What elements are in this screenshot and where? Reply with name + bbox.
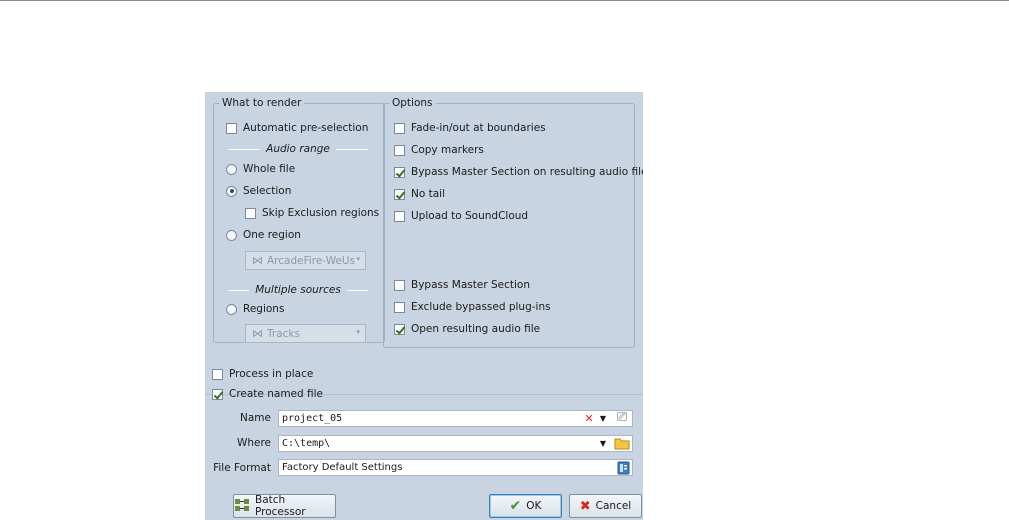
name-input-value: project_05 — [282, 413, 343, 424]
name-input[interactable]: project_05 — [278, 410, 633, 427]
batch-processor-icon — [234, 498, 250, 515]
batch-processor-label: Batch Processor — [255, 494, 306, 518]
bypass-master-result-label: Bypass Master Section on resulting audio… — [411, 166, 643, 178]
no-tail-box[interactable] — [394, 188, 405, 200]
multiple-sources-label: Multiple sources — [255, 284, 341, 296]
chevron-down-icon[interactable]: ▼ — [597, 435, 609, 452]
file-format-input[interactable]: Factory Default Settings — [278, 459, 633, 476]
regions-radio-circle[interactable] — [226, 303, 237, 315]
skip-exclusion-checkbox[interactable]: Skip Exclusion regions — [245, 205, 379, 221]
multiple-sources-separator: Multiple sources — [228, 283, 368, 297]
what-to-render-title: What to render — [222, 97, 302, 109]
ok-label: OK — [526, 500, 542, 512]
audio-range-label: Audio range — [266, 143, 330, 155]
window-top-border — [0, 0, 1009, 1]
skip-exclusion-label: Skip Exclusion regions — [262, 207, 380, 219]
create-named-file-label: Create named file — [229, 388, 323, 400]
one-region-radio-circle[interactable] — [226, 229, 237, 241]
fade-in-out-box[interactable] — [394, 122, 405, 134]
selection-label: Selection — [243, 185, 292, 197]
regions-radio[interactable]: Regions — [226, 301, 284, 317]
open-resulting-label: Open resulting audio file — [411, 323, 541, 335]
ok-button[interactable]: ✔ OK — [489, 494, 562, 518]
file-format-value: Factory Default Settings — [282, 462, 403, 473]
create-named-file-box[interactable] — [212, 388, 223, 400]
one-region-radio[interactable]: One region — [226, 227, 301, 243]
chevron-down-icon: ▾ — [356, 328, 360, 336]
region-combo[interactable]: ⋈ ArcadeFire-WeUs ▾ — [245, 251, 366, 270]
skip-exclusion-box[interactable] — [245, 207, 256, 219]
cancel-label: Cancel — [595, 500, 632, 512]
process-in-place-box[interactable] — [212, 368, 223, 380]
audio-range-separator: Audio range — [228, 142, 368, 156]
folder-icon[interactable] — [613, 434, 631, 452]
upload-soundcloud-box[interactable] — [394, 210, 405, 222]
bypass-master-result-box[interactable] — [394, 166, 405, 178]
whole-file-label: Whole file — [243, 163, 296, 175]
copy-markers-label: Copy markers — [411, 144, 484, 156]
clear-icon[interactable]: ✕ — [582, 410, 596, 427]
where-input-value: C:\temp\ — [282, 438, 331, 449]
one-region-label: One region — [243, 229, 301, 241]
tracks-bowtie-icon: ⋈ — [252, 327, 263, 340]
automatic-preselection-box[interactable] — [226, 122, 237, 134]
regions-label: Regions — [243, 303, 285, 315]
no-tail-checkbox[interactable]: No tail — [394, 186, 445, 202]
chevron-down-icon: ▾ — [356, 255, 360, 263]
bypass-master-label: Bypass Master Section — [411, 279, 531, 291]
render-dialog: What to render Automatic pre-selection A… — [205, 92, 643, 520]
process-in-place-label: Process in place — [229, 368, 314, 380]
upload-soundcloud-label: Upload to SoundCloud — [411, 210, 529, 222]
region-bowtie-icon: ⋈ — [252, 254, 263, 267]
options-title: Options — [392, 97, 433, 109]
exclude-bypassed-box[interactable] — [394, 301, 405, 313]
exclude-bypassed-checkbox[interactable]: Exclude bypassed plug-ins — [394, 299, 551, 315]
automatic-preselection-label: Automatic pre-selection — [243, 122, 369, 134]
where-input[interactable]: C:\temp\ — [278, 435, 633, 452]
open-resulting-checkbox[interactable]: Open resulting audio file — [394, 321, 540, 337]
copy-markers-checkbox[interactable]: Copy markers — [394, 142, 484, 158]
exclude-bypassed-label: Exclude bypassed plug-ins — [411, 301, 551, 313]
no-tail-label: No tail — [411, 188, 446, 200]
checkmark-icon: ✔ — [509, 498, 522, 514]
what-to-render-group: What to render Automatic pre-selection A… — [213, 97, 385, 343]
bypass-master-result-checkbox[interactable]: Bypass Master Section on resulting audio… — [394, 164, 643, 180]
whole-file-radio-circle[interactable] — [226, 163, 237, 175]
close-icon: ✖ — [579, 498, 591, 514]
name-field-label: Name — [240, 412, 271, 424]
upload-soundcloud-checkbox[interactable]: Upload to SoundCloud — [394, 208, 528, 224]
selection-radio[interactable]: Selection — [226, 183, 291, 199]
fade-in-out-checkbox[interactable]: Fade-in/out at boundaries — [394, 120, 546, 136]
rename-options-icon[interactable]: ⎚ — [612, 408, 632, 427]
open-resulting-box[interactable] — [394, 323, 405, 335]
region-combo-value: ArcadeFire-WeUs — [267, 254, 356, 267]
fade-in-out-label: Fade-in/out at boundaries — [411, 122, 546, 134]
whole-file-radio[interactable]: Whole file — [226, 161, 295, 177]
regions-combo-value: Tracks — [267, 327, 300, 340]
bypass-master-checkbox[interactable]: Bypass Master Section — [394, 277, 530, 293]
selection-radio-circle[interactable] — [226, 185, 237, 197]
process-in-place-checkbox[interactable]: Process in place — [212, 366, 313, 382]
automatic-preselection-checkbox[interactable]: Automatic pre-selection — [226, 120, 368, 136]
create-named-file-checkbox[interactable]: Create named file — [212, 386, 323, 402]
file-format-label: File Format — [213, 462, 271, 474]
options-group: Options Fade-in/out at boundaries Copy m… — [383, 97, 643, 348]
regions-combo[interactable]: ⋈ Tracks ▾ — [245, 324, 366, 343]
where-field-label: Where — [236, 437, 271, 449]
copy-markers-box[interactable] — [394, 144, 405, 156]
bypass-master-box[interactable] — [394, 279, 405, 291]
chevron-down-icon[interactable]: ▼ — [597, 410, 609, 427]
format-preset-icon[interactable] — [615, 459, 631, 476]
cancel-button[interactable]: ✖ Cancel — [569, 494, 642, 518]
batch-processor-button[interactable]: Batch Processor — [233, 494, 336, 518]
